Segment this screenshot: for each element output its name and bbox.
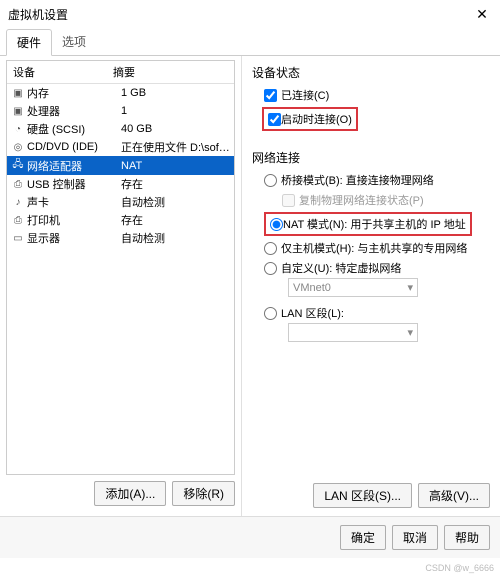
memory-icon: ▣	[11, 88, 25, 99]
hostonly-label: 仅主机模式(H): 与主机共享的专用网络	[281, 240, 467, 256]
network-icon: 🖧	[11, 157, 25, 174]
col-summary[interactable]: 摘要	[107, 61, 234, 83]
cpu-icon: ▣	[11, 106, 25, 117]
table-row[interactable]: ♪声卡自动检测	[7, 193, 234, 211]
table-row[interactable]: ⎙USB 控制器存在	[7, 175, 234, 193]
connected-checkbox[interactable]	[264, 89, 277, 102]
cancel-button[interactable]: 取消	[392, 525, 438, 550]
watermark: CSDN @w_6666	[425, 563, 494, 573]
remove-button[interactable]: 移除(R)	[172, 481, 235, 506]
network-connection-title: 网络连接	[252, 149, 490, 166]
table-row[interactable]: 🖧网络适配器NAT	[7, 156, 234, 175]
add-button[interactable]: 添加(A)...	[94, 481, 166, 506]
lan-segment-label: LAN 区段(L):	[281, 305, 344, 321]
custom-label: 自定义(U): 特定虚拟网络	[281, 260, 401, 276]
table-row[interactable]: ▣处理器1	[7, 102, 234, 120]
vmnet-select[interactable]: VMnet0▾	[288, 278, 418, 297]
cd-icon: ◎	[11, 142, 25, 153]
chevron-down-icon: ▾	[407, 281, 413, 294]
usb-icon: ⎙	[11, 179, 25, 190]
ok-button[interactable]: 确定	[340, 525, 386, 550]
replicate-label: 复制物理网络连接状态(P)	[299, 192, 424, 208]
connect-on-power-checkbox[interactable]	[268, 113, 281, 126]
lan-select[interactable]: ▾	[288, 323, 418, 342]
custom-radio[interactable]	[264, 262, 277, 275]
highlight-nat: NAT 模式(N): 用于共享主机的 IP 地址	[264, 212, 472, 236]
lan-segment-radio[interactable]	[264, 307, 277, 320]
close-icon[interactable]: ✕	[472, 6, 492, 23]
bridged-label: 桥接模式(B): 直接连接物理网络	[281, 172, 434, 188]
tab-strip: 硬件 选项	[0, 29, 500, 56]
table-row[interactable]: ◔硬盘 (SCSI)40 GB	[7, 120, 234, 138]
hostonly-radio[interactable]	[264, 242, 277, 255]
table-row[interactable]: ◎CD/DVD (IDE)正在使用文件 D:\software\VM...	[7, 138, 234, 156]
table-row[interactable]: ⎙打印机存在	[7, 211, 234, 229]
bridged-radio[interactable]	[264, 174, 277, 187]
col-device[interactable]: 设备	[7, 61, 107, 83]
replicate-checkbox	[282, 194, 295, 207]
tab-options[interactable]: 选项	[52, 29, 96, 55]
tab-hardware[interactable]: 硬件	[6, 29, 52, 56]
nat-radio[interactable]	[270, 218, 283, 231]
connected-label: 已连接(C)	[281, 87, 329, 103]
lan-segments-button[interactable]: LAN 区段(S)...	[313, 483, 412, 508]
help-button[interactable]: 帮助	[444, 525, 490, 550]
advanced-button[interactable]: 高级(V)...	[418, 483, 490, 508]
device-status-title: 设备状态	[252, 64, 490, 81]
connect-on-power-label: 启动时连接(O)	[281, 111, 352, 127]
sound-icon: ♪	[11, 197, 25, 208]
chevron-down-icon: ▾	[407, 326, 413, 339]
disk-icon: ◔	[11, 124, 25, 135]
highlight-connect-on-power: 启动时连接(O)	[262, 107, 358, 131]
table-row[interactable]: ▭显示器自动检测	[7, 229, 234, 247]
dialog-title: 虚拟机设置	[8, 6, 68, 23]
table-row[interactable]: ▣内存1 GB	[7, 84, 234, 102]
nat-label: NAT 模式(N): 用于共享主机的 IP 地址	[283, 216, 466, 232]
display-icon: ▭	[11, 233, 25, 244]
device-table: 设备 摘要 ▣内存1 GB ▣处理器1 ◔硬盘 (SCSI)40 GB ◎CD/…	[6, 60, 235, 475]
printer-icon: ⎙	[11, 215, 25, 226]
